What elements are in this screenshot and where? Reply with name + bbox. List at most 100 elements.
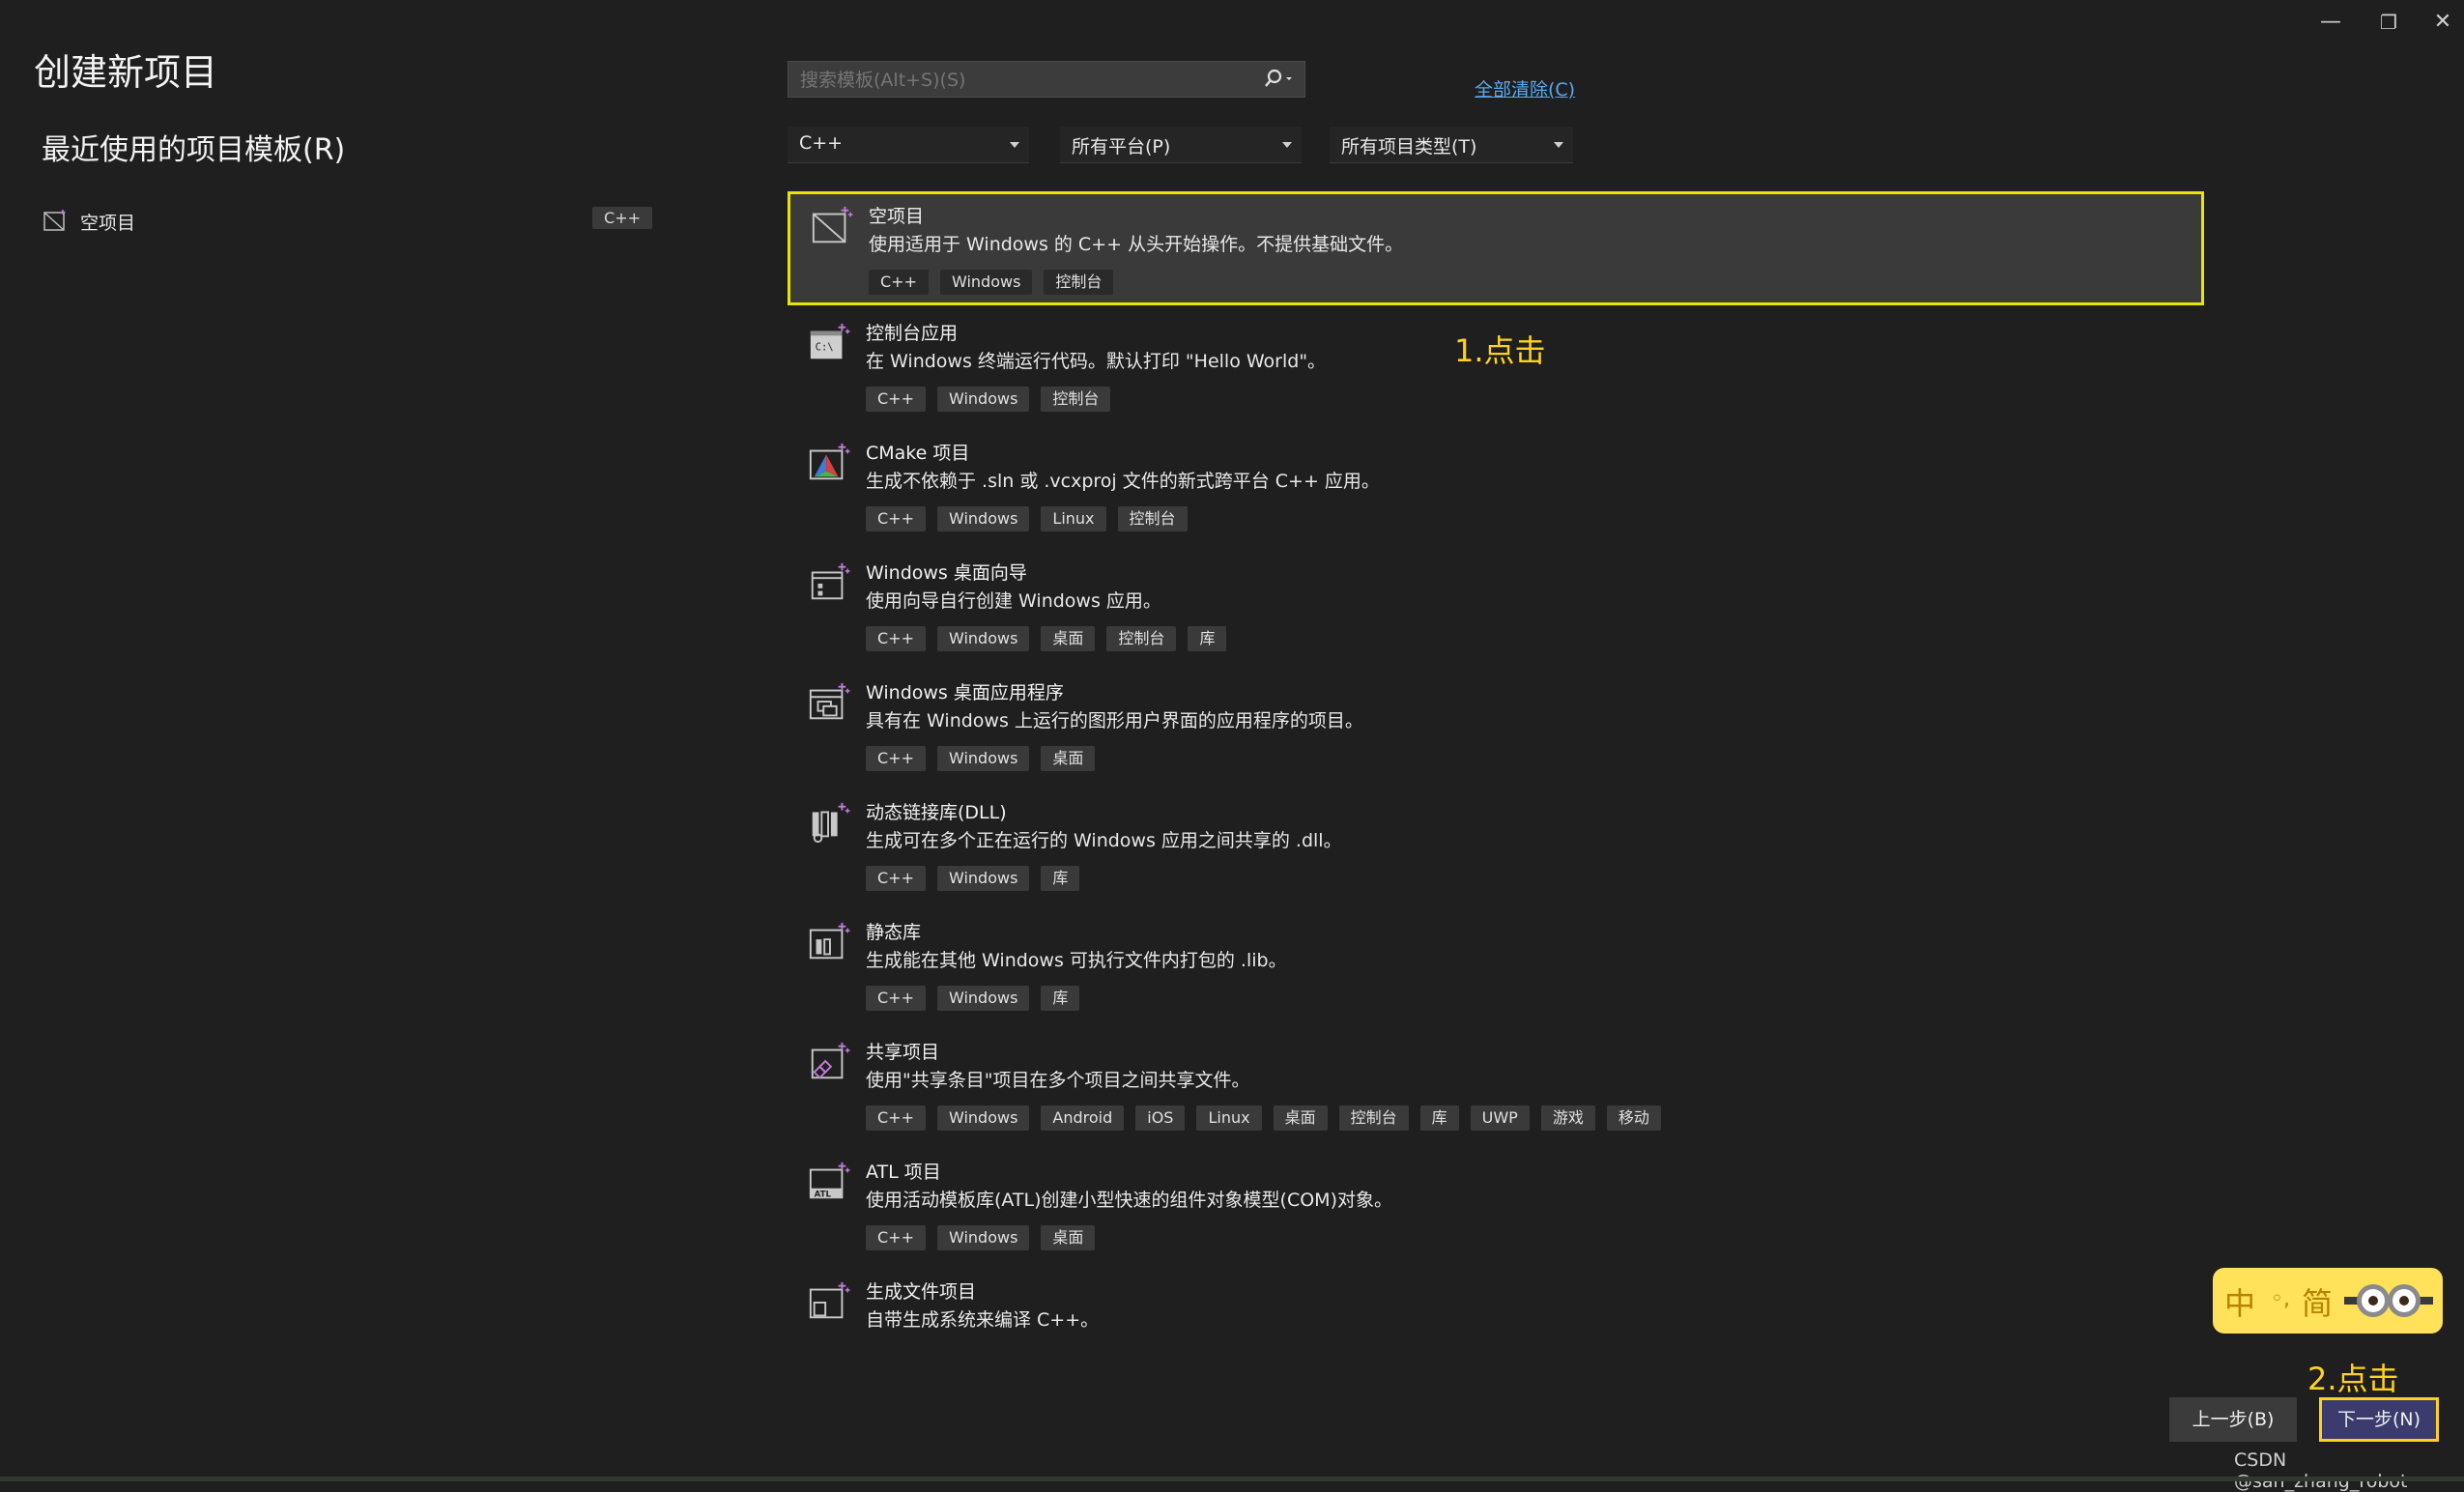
template-tag: C++ — [866, 866, 926, 891]
template-name: CMake 项目 — [866, 443, 970, 464]
cmake-icon — [809, 443, 850, 480]
page-title: 创建新项目 — [34, 51, 218, 94]
template-tag: Linux — [1041, 506, 1106, 531]
template-tag: 移动 — [1606, 1105, 1661, 1131]
language-filter-value: C++ — [799, 132, 844, 154]
template-tag: Linux — [1196, 1105, 1262, 1131]
template-name: 控制台应用 — [866, 323, 959, 344]
template-tag: C++ — [866, 1225, 926, 1250]
template-description: 使用适用于 Windows 的 C++ 从头开始操作。不提供基础文件。 — [869, 234, 1404, 255]
template-tag: 库 — [1041, 866, 1080, 891]
search-box[interactable] — [788, 61, 1305, 99]
empty-project-icon — [812, 206, 853, 244]
template-tag: Android — [1041, 1105, 1125, 1131]
template-tag: C++ — [869, 270, 929, 295]
template-tags: C++ Windows 控制台 — [869, 270, 1114, 295]
next-button[interactable]: 下一步(N) — [2319, 1397, 2439, 1442]
template-item[interactable]: Windows 桌面向导 使用向导自行创建 Windows 应用。 C++ Windo… — [788, 551, 2204, 665]
template-tag: C++ — [866, 746, 926, 771]
status-strip — [0, 1477, 2464, 1481]
template-item[interactable]: 静态库生成能在其他 Windows 可执行文件内打包的 .lib。 C++ Wind… — [788, 910, 2204, 1024]
back-button[interactable]: 上一步(B) — [2169, 1397, 2297, 1442]
template-name: 静态库 — [866, 922, 922, 943]
ime-toolbar[interactable]: 中 ◦, 简 — [2213, 1268, 2443, 1334]
chevron-down-icon — [1282, 142, 1292, 148]
template-name: 生成文件项目 — [866, 1281, 977, 1303]
template-description: 自带生成系统来编译 C++。 — [866, 1309, 1100, 1331]
recent-template-label: 空项目 — [80, 213, 136, 234]
template-description: 使用活动模板库(ATL)创建小型快速的组件对象模型(COM)对象。 — [866, 1190, 1392, 1211]
template-tag: 控制台 — [1338, 1105, 1409, 1131]
template-name: 共享项目 — [866, 1042, 940, 1063]
template-tags: C++ Windows 桌面 — [866, 746, 1096, 771]
template-tag: C++ — [866, 986, 926, 1011]
template-description: 使用向导自行创建 Windows 应用。 — [866, 590, 1161, 612]
template-tag: 控制台 — [1106, 626, 1177, 651]
template-tags: C++ Windows 桌面 控制台库 — [866, 626, 1227, 651]
platform-filter[interactable]: 所有平台(P) — [1060, 127, 1302, 163]
search-input[interactable] — [798, 62, 1246, 99]
template-tag: Windows — [936, 506, 1030, 531]
language-filter[interactable]: C++ — [788, 127, 1029, 163]
template-tag: C++ — [866, 387, 926, 412]
template-tag: iOS — [1135, 1105, 1186, 1131]
template-tag: 库 — [1188, 626, 1227, 651]
template-tag: 库 — [1041, 986, 1080, 1011]
template-tag: Windows — [936, 1105, 1030, 1131]
template-name: ATL 项目 — [866, 1162, 941, 1183]
platform-filter-value: 所有平台(P) — [1072, 136, 1171, 158]
makefile-project-icon — [809, 1281, 850, 1319]
template-item[interactable]: Windows 桌面应用程序 具有在 Windows 上运行的图形用户界面的应用程… — [788, 671, 2204, 785]
recent-templates-heading: 最近使用的项目模板(R) — [42, 133, 346, 167]
template-tag: Windows — [936, 986, 1030, 1011]
template-tags: C++ Windows Linux 控制台 — [866, 506, 1188, 531]
template-tag: C++ — [866, 506, 926, 531]
dll-icon — [812, 802, 850, 844]
template-description: 生成能在其他 Windows 可执行文件内打包的 .lib。 — [866, 950, 1287, 971]
search-icon[interactable] — [1262, 68, 1295, 91]
console-app-icon: C:\ — [810, 323, 850, 359]
template-tag: Windows — [939, 270, 1033, 295]
shared-project-icon — [811, 1042, 850, 1079]
template-description: 使用"共享条目"项目在多个项目之间共享文件。 — [866, 1070, 1250, 1091]
template-item[interactable]: 空项目 使用适用于 Windows 的 C++ 从头开始操作。不提供基础文件。 C+… — [788, 191, 2204, 305]
template-tag: 桌面 — [1041, 746, 1096, 771]
template-tag: 控制台 — [1041, 387, 1111, 412]
template-tag: Windows — [936, 1225, 1030, 1250]
watermark: CSDN @san_zhang_robot — [2234, 1449, 2408, 1492]
template-name: 动态链接库(DLL) — [866, 802, 1007, 823]
template-tags: C++ Windows 桌面 — [866, 1225, 1096, 1250]
svg-text:C:\: C:\ — [816, 342, 834, 354]
ime-lang[interactable]: 中 — [2224, 1279, 2255, 1324]
template-tags: C++ Windows Android iOS Linux 桌面 控制台库 UWP 游戏 移动 — [866, 1105, 1661, 1131]
template-tags: C++ Windows 控制台 — [866, 387, 1111, 412]
template-tag: Windows — [936, 387, 1030, 412]
template-item[interactable]: 动态链接库(DLL) 生成可在多个正在运行的 Windows 应用之间共享的 .d… — [788, 790, 2204, 904]
ime-mascot-icon — [2344, 1284, 2433, 1317]
chevron-down-icon — [1554, 142, 1563, 148]
template-name: Windows 桌面应用程序 — [866, 682, 1064, 703]
template-item[interactable]: 共享项目 使用"共享条目"项目在多个项目之间共享文件。 C++ Windows Andr… — [788, 1030, 2204, 1144]
project-type-filter-value: 所有项目类型(T) — [1341, 136, 1477, 158]
restore-button[interactable]: ❐ — [2369, 6, 2408, 39]
project-type-filter[interactable]: 所有项目类型(T) — [1330, 127, 1573, 163]
template-tag: 桌面 — [1273, 1105, 1328, 1131]
ime-punct-icon[interactable]: ◦, — [2271, 1287, 2290, 1311]
ime-mode[interactable]: 简 — [2302, 1279, 2333, 1324]
template-item[interactable]: 生成文件项目自带生成系统来编译 C++。 — [788, 1270, 2204, 1353]
template-tag: 游戏 — [1540, 1105, 1595, 1131]
close-button[interactable]: ✕ — [2423, 6, 2462, 39]
clear-all-link[interactable]: 全部清除(C) — [1475, 75, 1575, 101]
annotation-step2: 2.点击 — [2307, 1361, 2399, 1397]
template-tag: C++ — [866, 626, 926, 651]
template-tag: Windows — [936, 746, 1030, 771]
desktop-app-icon — [809, 682, 850, 720]
recent-template-item[interactable]: 空项目 C++ — [43, 205, 652, 240]
template-item[interactable]: ATL ATL 项目 使用活动模板库(ATL)创建小型快速的组件对象模型(COM)对… — [788, 1150, 2204, 1264]
annotation-step1: 1.点击 — [1454, 332, 1546, 369]
minimize-button[interactable]: — — [2311, 6, 2350, 39]
template-tag: 控制台 — [1117, 506, 1188, 531]
chevron-down-icon — [1010, 142, 1019, 148]
template-item[interactable]: CMake 项目 生成不依赖于 .sln 或 .vcxproj 文件的新式跨平台 … — [788, 431, 2204, 545]
static-lib-icon — [809, 922, 850, 960]
